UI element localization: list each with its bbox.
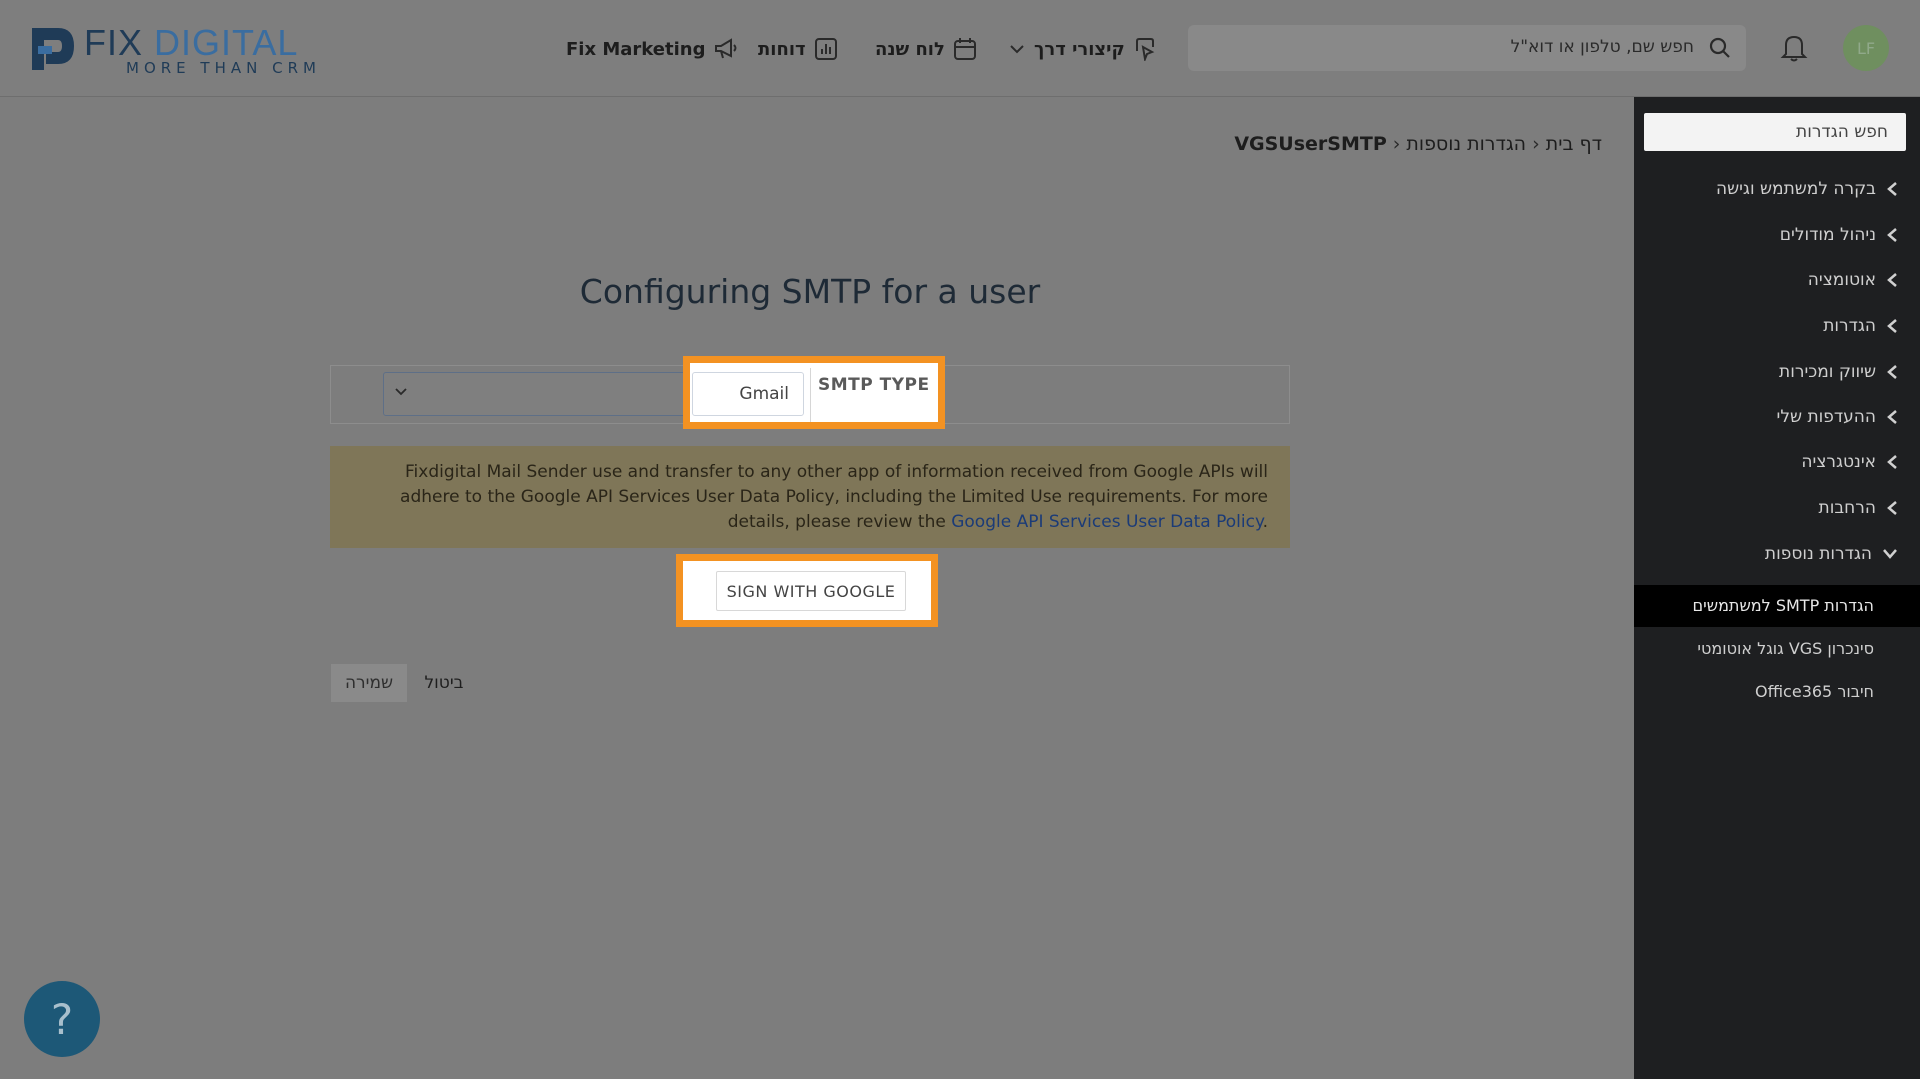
global-search-input[interactable]: חפש שם, טלפון או דוא"ל: [1188, 25, 1746, 71]
cursor-click-icon: [1135, 38, 1155, 61]
help-button[interactable]: ?: [24, 981, 100, 1057]
chevron-down-icon: [395, 388, 407, 396]
page-title: Configuring SMTP for a user: [579, 272, 1041, 311]
policy-link[interactable]: Google API Services User Data Policy: [951, 512, 1262, 532]
smtp-type-value-text: Gmail: [739, 384, 789, 404]
sidebar-item-label: הגדרות: [1823, 316, 1876, 336]
logo[interactable]: FIX DIGITAL MORE THAN CRM: [28, 22, 348, 78]
sidebar-item-user-access[interactable]: בקרה למשתמש וגישה: [1716, 174, 1898, 204]
sidebar-item-modules[interactable]: ניהול מודולים: [1780, 220, 1898, 250]
top-bar: FIX DIGITAL MORE THAN CRM Fix Marketing …: [0, 0, 1920, 97]
settings-sidebar: חפש הגדרות בקרה למשתמש וגישה ניהול מודול…: [1634, 97, 1920, 1079]
search-icon[interactable]: [1708, 36, 1732, 60]
field-divider: [810, 368, 811, 422]
breadcrumb-section[interactable]: הגדרות נוספות: [1406, 133, 1526, 155]
chevron-down-icon: [1010, 45, 1024, 54]
chevron-left-icon: [1887, 455, 1897, 469]
logo-mark-icon: [32, 28, 74, 70]
breadcrumb-home[interactable]: דף בית: [1546, 133, 1602, 155]
megaphone-icon: [715, 38, 737, 59]
sidebar-subitem-office365[interactable]: חיבור Office365: [1755, 682, 1874, 701]
nav-fix-marketing[interactable]: Fix Marketing: [566, 34, 739, 64]
sidebar-item-label: בקרה למשתמש וגישה: [1715, 179, 1876, 199]
google-policy-notice: Fixdigital Mail Sender use and transfer …: [330, 446, 1290, 548]
sidebar-item-label: ההעדפות שלי: [1776, 407, 1876, 427]
nav-reports[interactable]: דוחות: [758, 34, 838, 64]
breadcrumb-separator: ‹: [1392, 133, 1401, 155]
sidebar-item-settings[interactable]: הגדרות: [1823, 311, 1898, 341]
chevron-down-icon: [1883, 549, 1897, 559]
chevron-left-icon: [1887, 319, 1897, 333]
chevron-left-icon: [1887, 228, 1897, 242]
chevron-left-icon: [1887, 182, 1897, 196]
sidebar-item-label: הרחבות: [1818, 498, 1876, 518]
sidebar-item-label: שיווק ומכירות: [1779, 362, 1876, 382]
nav-fix-marketing-label: Fix Marketing: [566, 38, 706, 60]
nav-shortcuts[interactable]: קיצורי דרך: [1010, 34, 1157, 64]
bell-icon[interactable]: [1780, 32, 1808, 62]
nav-calendar[interactable]: לוח שנה: [875, 34, 977, 64]
bar-chart-icon: [814, 38, 837, 60]
sidebar-item-label: אינטגרציה: [1801, 452, 1876, 472]
calendar-icon: [953, 38, 976, 60]
avatar[interactable]: LF: [1843, 25, 1889, 71]
breadcrumb: דף בית ‹ הגדרות נוספות ‹ VGSUserSMTP: [1234, 133, 1602, 155]
settings-search-input[interactable]: חפש הגדרות: [1644, 113, 1906, 151]
sidebar-subitem-vgs-google-sync[interactable]: סינכרון VGS גוגל אוטומטי: [1697, 639, 1874, 658]
sidebar-item-label: אוטומציה: [1807, 270, 1876, 290]
smtp-type-value[interactable]: Gmail: [692, 372, 804, 416]
sidebar-item-preferences[interactable]: ההעדפות שלי: [1777, 402, 1898, 432]
sidebar-item-label: ניהול מודולים: [1779, 225, 1876, 245]
logo-tagline: MORE THAN CRM: [126, 59, 321, 77]
chevron-left-icon: [1887, 273, 1897, 287]
logo-brand: FIX DIGITAL: [84, 22, 298, 64]
sidebar-item-automation[interactable]: אוטומציה: [1808, 265, 1898, 295]
sidebar-item-additional-settings[interactable]: הגדרות נוספות: [1765, 539, 1898, 569]
chevron-left-icon: [1887, 365, 1897, 379]
chevron-left-icon: [1887, 501, 1897, 515]
nav-reports-label: דוחות: [758, 38, 806, 60]
breadcrumb-current: VGSUserSMTP: [1234, 133, 1387, 155]
sidebar-item-label: הגדרות נוספות: [1764, 544, 1872, 564]
nav-calendar-label: לוח שנה: [875, 38, 945, 60]
smtp-type-label: SMTP TYPE: [818, 375, 930, 395]
sidebar-item-extensions[interactable]: הרחבות: [1819, 493, 1898, 523]
sidebar-item-marketing-sales[interactable]: שיווק ומכירות: [1779, 357, 1898, 387]
chevron-left-icon: [1887, 410, 1897, 424]
sign-with-google-button[interactable]: SIGN WITH GOOGLE: [716, 571, 906, 611]
sidebar-item-integration[interactable]: אינטגרציה: [1801, 447, 1898, 477]
global-search-placeholder: חפש שם, טלפון או דוא"ל: [1510, 37, 1694, 57]
logo-brand-right: DIGITAL: [154, 22, 299, 63]
notice-text: Fixdigital Mail Sender use and transfer …: [348, 460, 1268, 535]
settings-search-placeholder: חפש הגדרות: [1796, 122, 1888, 142]
cancel-button[interactable]: ביטול: [422, 664, 466, 702]
logo-brand-left: FIX: [84, 22, 144, 63]
help-question-icon: ?: [50, 994, 74, 1044]
nav-shortcuts-label: קיצורי דרך: [1034, 38, 1125, 60]
save-button[interactable]: שמירה: [331, 664, 407, 702]
notice-tail: .: [1262, 512, 1268, 532]
breadcrumb-separator: ‹: [1532, 133, 1540, 155]
sidebar-subitem-smtp-users[interactable]: הגדרות SMTP למשתמשים: [1693, 596, 1874, 615]
